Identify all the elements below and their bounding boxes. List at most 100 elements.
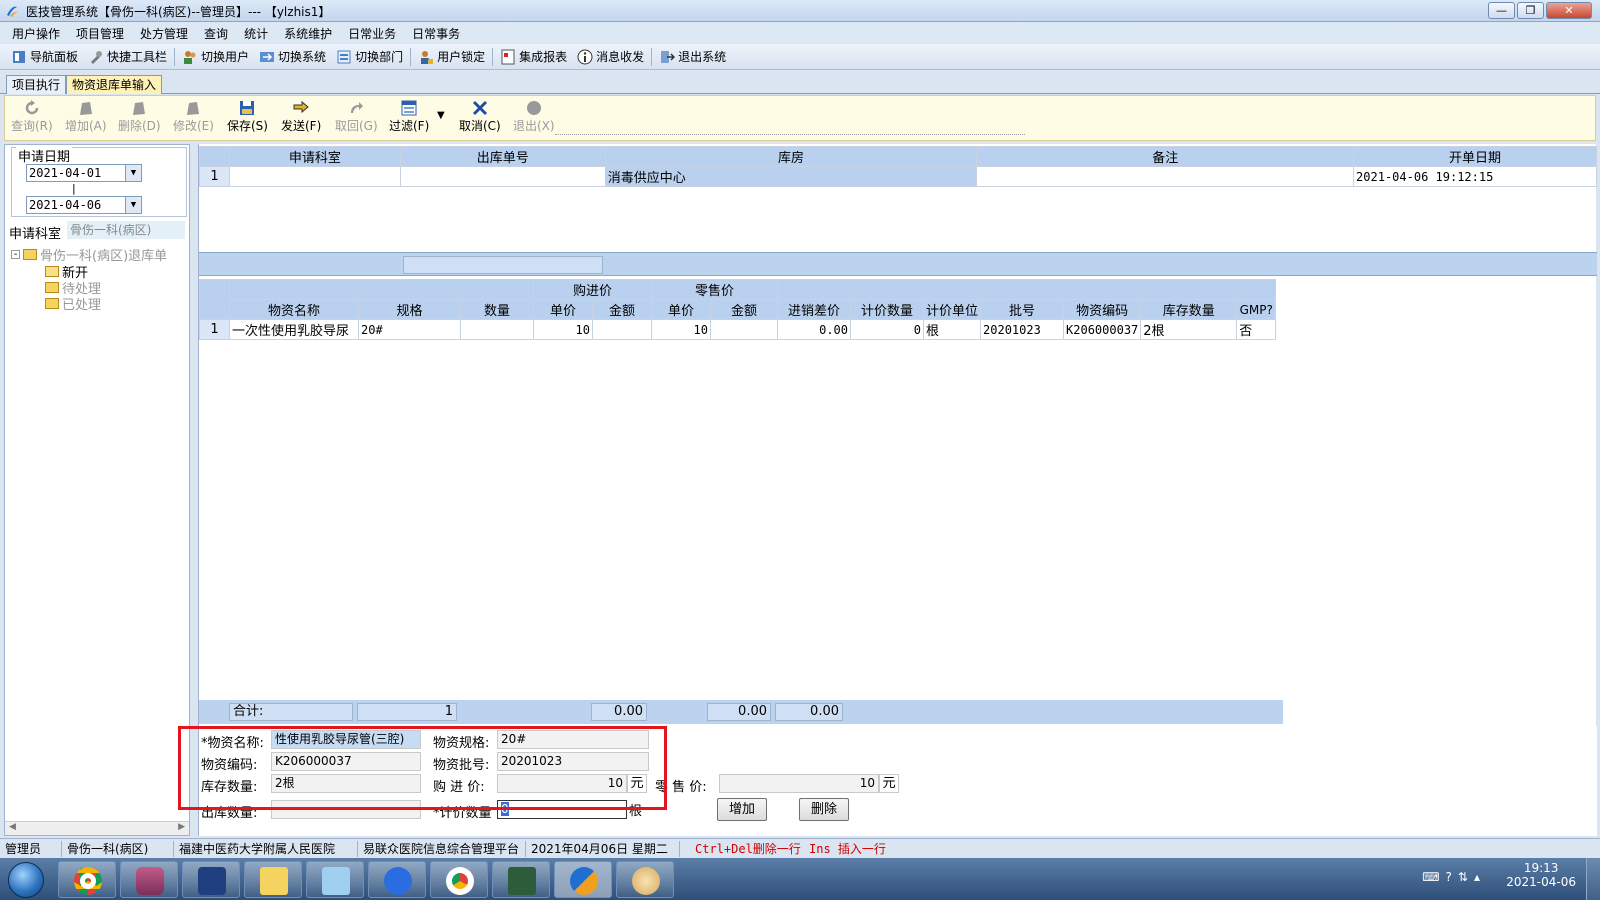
cell-dept[interactable]: [228, 166, 401, 187]
tray-expand-icon[interactable]: ▴: [1474, 870, 1480, 884]
left-horizontal-scrollbar[interactable]: ◀ ▶: [5, 821, 189, 835]
cancel-button[interactable]: 取消(C): [459, 99, 501, 134]
cell-retail-price[interactable]: 10: [651, 319, 711, 340]
quick-toolbar-button[interactable]: 快捷工具栏: [83, 48, 172, 65]
col-header-code[interactable]: 物资编码: [1063, 299, 1142, 320]
table-row[interactable]: 1 消毒供应中心 2021-04-06 19:12:15: [199, 166, 1597, 187]
taskbar-file-explorer[interactable]: [244, 861, 302, 898]
detail-filter-input[interactable]: [403, 256, 603, 274]
close-button[interactable]: ✕: [1546, 2, 1592, 19]
user-lock-button[interactable]: 用户锁定: [413, 48, 490, 65]
taskbar-database[interactable]: [120, 861, 178, 898]
menu-system-maintenance[interactable]: 系统维护: [276, 25, 340, 42]
chevron-down-icon[interactable]: ▼: [125, 165, 141, 181]
network-icon[interactable]: ⇅: [1458, 870, 1468, 884]
menu-statistics[interactable]: 统计: [236, 25, 276, 42]
cell-calc-qty[interactable]: 0: [850, 319, 924, 340]
taskbar-sql-tool[interactable]: [182, 861, 240, 898]
taskbar-hospital-app[interactable]: [554, 861, 612, 898]
col-header-batch[interactable]: 批号: [980, 299, 1065, 320]
tree-root[interactable]: - 骨伤一科(病区)退库单: [11, 245, 167, 264]
taskbar-wps[interactable]: [368, 861, 426, 898]
query-button[interactable]: 查询(R): [11, 99, 53, 134]
taskbar-notes[interactable]: [306, 861, 364, 898]
switch-user-button[interactable]: 切换用户: [177, 48, 254, 65]
send-button[interactable]: 发送(F): [281, 99, 321, 134]
col-header-retail-amount[interactable]: 金额: [710, 299, 778, 320]
cell-stock[interactable]: 2根: [1140, 319, 1238, 340]
cell-retail-amount[interactable]: [710, 319, 778, 340]
cell-purchase-price[interactable]: 10: [533, 319, 593, 340]
exit-system-button[interactable]: 退出系统: [654, 48, 731, 65]
cell-spec[interactable]: 20#: [358, 319, 461, 340]
col-header-gmp[interactable]: GMP?: [1236, 299, 1277, 320]
menu-daily-affairs[interactable]: 日常事务: [404, 25, 468, 42]
cell-gmp[interactable]: 否: [1236, 319, 1277, 340]
col-header-store[interactable]: 库房: [604, 146, 978, 167]
cell-qty[interactable]: [460, 319, 534, 340]
col-header-dept[interactable]: 申请科室: [228, 146, 401, 167]
col-header-retail-price[interactable]: 单价: [651, 299, 711, 320]
tab-material-return-input[interactable]: 物资退库单输入: [66, 75, 163, 94]
col-header-spec[interactable]: 规格: [358, 299, 461, 320]
cell-code[interactable]: K206000037: [1063, 319, 1142, 340]
taskbar-terminal[interactable]: [492, 861, 550, 898]
tree-item-processed[interactable]: 已处理: [45, 294, 101, 313]
clock[interactable]: 19:13 2021-04-06: [1506, 861, 1576, 889]
cell-purchase-amount[interactable]: [592, 319, 652, 340]
dept-field[interactable]: 骨伤一科(病区): [67, 221, 185, 239]
filter-button[interactable]: 过滤(F): [389, 99, 429, 134]
help-icon[interactable]: ?: [1446, 870, 1452, 884]
cell-diff[interactable]: 0.00: [777, 319, 851, 340]
keyboard-icon[interactable]: ⌨: [1422, 870, 1439, 884]
taskbar-chrome[interactable]: [58, 861, 116, 898]
date-from-input[interactable]: 2021-04-01 ▼: [26, 164, 142, 182]
col-header-out-no[interactable]: 出库单号: [399, 146, 606, 167]
minimize-button[interactable]: —: [1488, 2, 1515, 19]
cell-date[interactable]: 2021-04-06 19:12:15: [1353, 166, 1597, 187]
col-header-qty[interactable]: 数量: [460, 299, 534, 320]
add-button[interactable]: 增加(A): [65, 99, 107, 134]
delete-button[interactable]: 删除(D): [118, 99, 161, 134]
windows-start-icon[interactable]: [8, 862, 44, 898]
restore-button[interactable]: ❐: [1517, 2, 1544, 19]
date-to-input[interactable]: 2021-04-06 ▼: [26, 196, 142, 214]
taskbar-paint[interactable]: [616, 861, 674, 898]
cell-out-no[interactable]: [399, 166, 606, 187]
integrated-report-button[interactable]: 集成报表: [495, 48, 572, 65]
save-button[interactable]: 保存(S): [227, 99, 268, 134]
chevron-down-icon[interactable]: ▼: [125, 197, 141, 213]
col-header-note[interactable]: 备注: [976, 146, 1355, 167]
table-row[interactable]: 1 一次性使用乳胶导尿 20# 10 10 0.00 0 根 20201023 …: [199, 319, 1277, 340]
col-header-calc-qty[interactable]: 计价数量: [850, 299, 924, 320]
filter-dropdown[interactable]: ▼: [437, 110, 445, 121]
menu-user-ops[interactable]: 用户操作: [4, 25, 68, 42]
menu-daily-business[interactable]: 日常业务: [340, 25, 404, 42]
modify-button[interactable]: 修改(E): [173, 99, 214, 134]
menu-project-mgmt[interactable]: 项目管理: [68, 25, 132, 42]
col-header-purchase-amount[interactable]: 金额: [592, 299, 652, 320]
messages-button[interactable]: 消息收发: [572, 48, 649, 65]
show-desktop-button[interactable]: [1586, 858, 1600, 900]
cell-name[interactable]: 一次性使用乳胶导尿: [229, 319, 359, 340]
col-header-diff[interactable]: 进销差价: [777, 299, 851, 320]
cell-batch[interactable]: 20201023: [980, 319, 1065, 340]
exit-button[interactable]: 退出(X): [513, 99, 555, 134]
col-header-stock[interactable]: 库存数量: [1140, 299, 1238, 320]
retrieve-button[interactable]: 取回(G): [335, 99, 378, 134]
delete-item-button[interactable]: 删除: [799, 798, 849, 821]
menu-query[interactable]: 查询: [196, 25, 236, 42]
nav-panel-button[interactable]: 导航面板: [6, 48, 83, 65]
switch-system-button[interactable]: 切换系统: [254, 48, 331, 65]
col-header-calc-unit[interactable]: 计价单位: [922, 299, 982, 320]
menu-prescription-mgmt[interactable]: 处方管理: [132, 25, 196, 42]
retail-price-input[interactable]: 10: [719, 774, 879, 793]
cell-store[interactable]: 消毒供应中心: [604, 166, 978, 187]
col-header-date[interactable]: 开单日期: [1353, 146, 1597, 167]
switch-dept-button[interactable]: 切换部门: [331, 48, 408, 65]
col-header-purchase-price[interactable]: 单价: [533, 299, 593, 320]
taskbar-chrome-2[interactable]: [430, 861, 488, 898]
tab-project-execution[interactable]: 项目执行: [6, 75, 67, 94]
collapse-icon[interactable]: -: [11, 250, 20, 260]
cell-note[interactable]: [976, 166, 1355, 187]
